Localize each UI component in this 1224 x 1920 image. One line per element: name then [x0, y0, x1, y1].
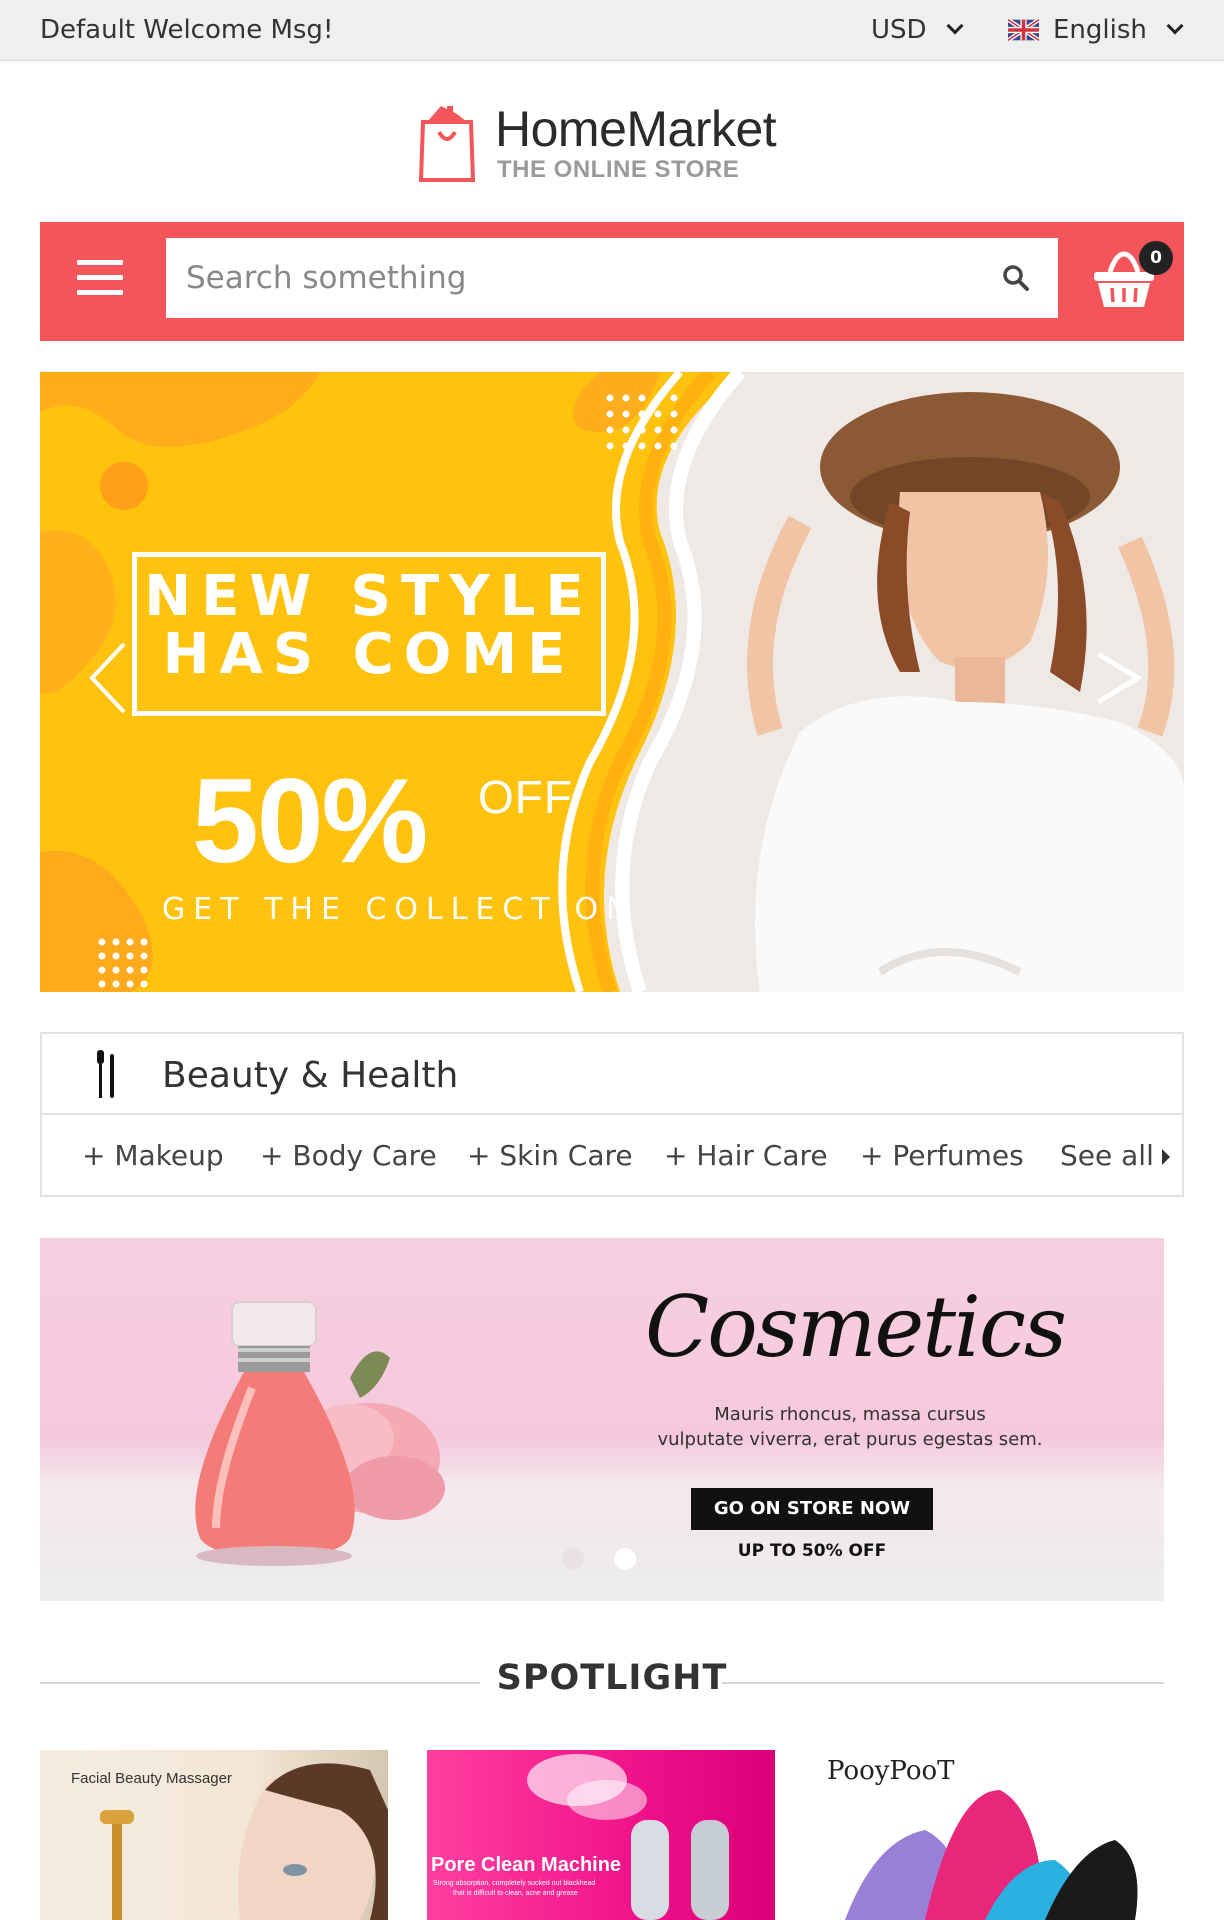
- language-selector[interactable]: English: [1008, 15, 1184, 45]
- search-icon[interactable]: [1002, 264, 1030, 292]
- currency-label: USD: [871, 15, 927, 45]
- top-bar: Default Welcome Msg! USD English: [0, 0, 1224, 61]
- hero-headline-line2: HAS COME: [162, 622, 576, 687]
- hero-headline: NEW STYLE HAS COME: [132, 568, 606, 684]
- category-link-makeup[interactable]: + Makeup: [82, 1139, 224, 1172]
- card-caption-sponges: PooyPooT: [827, 1756, 955, 1786]
- card-subtext-pore-clean-line1: Strong absorption, completely sucked out…: [433, 1880, 596, 1887]
- slide-dot-2[interactable]: [614, 1548, 636, 1570]
- card-caption-facial-massager: Facial Beauty Massager: [71, 1770, 232, 1787]
- search-box: [166, 238, 1058, 318]
- slide-dot-1[interactable]: [562, 1548, 584, 1570]
- chevron-down-icon: [946, 17, 964, 35]
- currency-selector[interactable]: USD: [871, 15, 964, 45]
- promo-description-line2: vulputate viverra, erat purus egestas se…: [657, 1429, 1043, 1450]
- promo-title: Cosmetics: [644, 1278, 1067, 1376]
- hero-discount-suffix: OFF: [478, 771, 573, 823]
- category-links: + Makeup + Body Care + Skin Care + Hair …: [42, 1117, 1182, 1197]
- brand-tagline: THE ONLINE STORE: [497, 156, 740, 183]
- makeup-brush-icon: [97, 1050, 114, 1098]
- next-slide-arrow-icon[interactable]: [1094, 640, 1144, 716]
- category-block: Beauty & Health + Makeup + Body Care + S…: [40, 1032, 1184, 1197]
- category-link-skin-care[interactable]: + Skin Care: [467, 1139, 633, 1172]
- card-caption-pore-clean: Pore Clean Machine: [431, 1854, 622, 1876]
- category-title[interactable]: Beauty & Health: [162, 1055, 458, 1096]
- chevron-down-icon: [1166, 17, 1184, 35]
- category-header: Beauty & Health: [42, 1034, 1182, 1115]
- promo-description-line1: Mauris rhoncus, massa cursus: [714, 1404, 986, 1425]
- uk-flag-icon: [1008, 19, 1039, 41]
- cosmetics-banner[interactable]: Cosmetics Mauris rhoncus, massa cursus v…: [40, 1238, 1164, 1601]
- search-input[interactable]: [166, 238, 966, 318]
- prev-slide-arrow-icon[interactable]: [84, 640, 134, 716]
- cart-count-badge: 0: [1139, 241, 1173, 275]
- search-bar: 0: [40, 222, 1184, 341]
- welcome-message: Default Welcome Msg!: [40, 15, 334, 45]
- promo-offer: UP TO 50% OFF: [737, 1541, 887, 1561]
- card-subtext-pore-clean-line2: that is difficult to clean, acne and gre…: [453, 1890, 578, 1897]
- category-link-hair-care[interactable]: + Hair Care: [664, 1139, 828, 1172]
- spotlight-card-sponges[interactable]: PooyPooT: [815, 1750, 1163, 1920]
- brand-name: HomeMarket: [495, 101, 777, 157]
- promo-description: Mauris rhoncus, massa cursus vulputate v…: [600, 1402, 1100, 1452]
- go-on-store-button[interactable]: GO ON STORE NOW: [691, 1488, 933, 1530]
- spotlight-card-facial-massager[interactable]: Facial Beauty Massager: [40, 1750, 388, 1920]
- language-label: English: [1053, 15, 1147, 45]
- shopping-bag-logo-icon: [418, 106, 476, 182]
- hero-headline-line1: NEW STYLE: [144, 564, 594, 629]
- site-logo[interactable]: HomeMarket THE ONLINE STORE: [417, 100, 817, 190]
- caret-right-icon[interactable]: [1162, 1149, 1170, 1165]
- hero-banner[interactable]: NEW STYLE HAS COME 50% OFF GET THE COLLE…: [40, 372, 1184, 992]
- hero-discount: 50%: [192, 754, 428, 888]
- see-all-link[interactable]: See all: [1060, 1139, 1154, 1172]
- spotlight-divider-right: [722, 1682, 1164, 1684]
- category-link-perfumes[interactable]: + Perfumes: [860, 1139, 1024, 1172]
- category-link-body-care[interactable]: + Body Care: [260, 1139, 437, 1172]
- spotlight-card-pore-clean[interactable]: Pore Clean Machine Strong absorption, co…: [427, 1750, 775, 1920]
- hamburger-menu-icon[interactable]: [77, 260, 123, 302]
- spotlight-title: SPOTLIGHT: [496, 1658, 728, 1698]
- hero-subline: GET THE COLLECTION: [162, 892, 637, 927]
